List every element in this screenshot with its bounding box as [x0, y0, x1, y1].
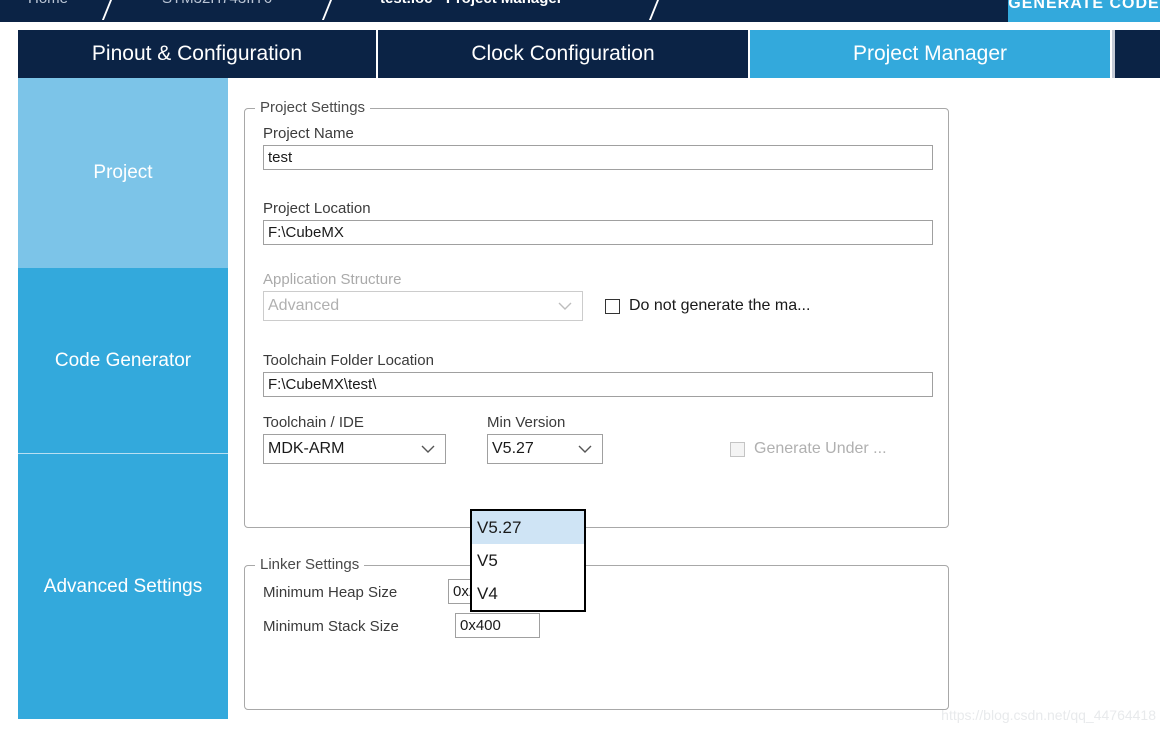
dropdown-option-v5[interactable]: V5 [472, 544, 584, 577]
watermark-text: https://blog.csdn.net/qq_44764418 [941, 707, 1156, 723]
breadcrumb-separator-1 [101, 0, 117, 20]
project-location-label: Project Location [263, 200, 371, 217]
linker-settings-groupbox: Linker Settings Minimum Heap Size Minimu… [244, 556, 949, 710]
do-not-generate-main-label: Do not generate the ma... [629, 297, 811, 314]
breadcrumb-home[interactable]: Home [28, 0, 68, 7]
sidebar-item-code-generator[interactable]: Code Generator [18, 268, 228, 454]
chevron-down-icon [421, 445, 435, 454]
toolchain-folder-input[interactable] [263, 372, 933, 397]
breadcrumb-separator-3 [648, 0, 664, 20]
tab-project-manager[interactable]: Project Manager [750, 30, 1112, 78]
tab-clock-configuration[interactable]: Clock Configuration [378, 30, 750, 78]
application-structure-value: Advanced [268, 297, 340, 314]
minimum-stack-size-input[interactable] [455, 613, 540, 638]
toolchain-ide-label: Toolchain / IDE [263, 414, 364, 431]
project-manager-sidebar: Project Code Generator Advanced Settings [18, 78, 228, 719]
toolchain-ide-combobox[interactable]: MDK-ARM [263, 434, 446, 464]
generate-under-root-label: Generate Under ... [754, 440, 887, 457]
toolchain-ide-value: MDK-ARM [268, 440, 345, 457]
do-not-generate-main-checkbox[interactable]: Do not generate the ma... [605, 297, 810, 315]
project-name-label: Project Name [263, 125, 354, 142]
generate-code-button[interactable]: GENERATE CODE [1008, 0, 1160, 22]
linker-settings-legend: Linker Settings [255, 556, 365, 573]
main-tab-bar: Pinout & Configuration Clock Configurati… [18, 30, 1160, 78]
project-settings-legend: Project Settings [255, 99, 371, 116]
application-structure-label: Application Structure [263, 271, 402, 288]
breadcrumb-device[interactable]: STM32H743IIT6 [162, 0, 272, 7]
breadcrumb-separator-2 [321, 0, 337, 20]
chevron-down-icon [578, 445, 592, 454]
project-name-input[interactable] [263, 145, 933, 170]
sidebar-item-project[interactable]: Project [18, 78, 228, 268]
checkbox-box [605, 298, 620, 314]
chevron-down-icon [558, 302, 572, 311]
breadcrumb-bar: Home STM32H743IIT6 test.ioc - Project Ma… [0, 0, 1160, 22]
project-settings-groupbox: Project Settings Project Name Project Lo… [244, 99, 949, 528]
min-version-value: V5.27 [492, 440, 534, 457]
tab-overflow-area [1112, 30, 1160, 78]
project-location-input[interactable] [263, 220, 933, 245]
project-settings-panel: Project Settings Project Name Project Lo… [228, 78, 1160, 731]
minimum-heap-size-label: Minimum Heap Size [263, 584, 398, 601]
dropdown-option-v4[interactable]: V4 [472, 577, 584, 610]
minimum-stack-size-label: Minimum Stack Size [263, 618, 399, 635]
min-version-combobox[interactable]: V5.27 [487, 434, 603, 464]
checkbox-box [730, 441, 745, 457]
dropdown-option-v527[interactable]: V5.27 [472, 511, 584, 544]
min-version-label: Min Version [487, 414, 566, 431]
application-structure-combobox[interactable]: Advanced [263, 291, 583, 321]
tab-pinout-configuration[interactable]: Pinout & Configuration [18, 30, 378, 78]
min-version-dropdown-list[interactable]: V5.27 V5 V4 [470, 509, 586, 612]
generate-under-root-checkbox[interactable]: Generate Under ... [730, 440, 887, 458]
toolchain-folder-label: Toolchain Folder Location [263, 352, 434, 369]
sidebar-item-advanced-settings[interactable]: Advanced Settings [18, 454, 228, 719]
breadcrumb-current: test.ioc - Project Manager [380, 0, 563, 7]
